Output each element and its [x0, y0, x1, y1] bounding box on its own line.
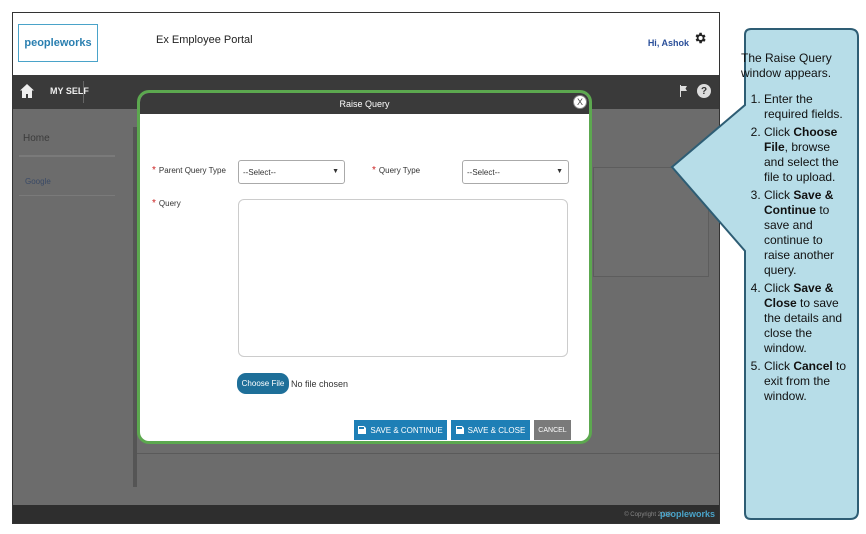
- parent-query-type-label: * Parent Query Type: [152, 165, 226, 176]
- sidebar-item-home[interactable]: Home: [23, 133, 50, 144]
- required-marker: *: [152, 198, 156, 209]
- callout-text: The Raise Query window appears. Enter th…: [741, 51, 847, 407]
- modal-header: Raise Query X: [140, 93, 589, 114]
- callout-intro: The Raise Query window appears.: [741, 51, 832, 80]
- peopleworks-logo[interactable]: peopleworks: [18, 24, 98, 62]
- close-icon[interactable]: X: [573, 95, 587, 109]
- query-type-value: --Select--: [467, 167, 500, 177]
- sidebar-item-google[interactable]: Google: [25, 177, 51, 186]
- required-marker: *: [372, 165, 376, 176]
- query-label: * Query: [152, 198, 181, 209]
- floppy-disk-icon: [358, 426, 367, 434]
- query-type-label-text: Query Type: [378, 166, 421, 175]
- choose-file-button[interactable]: Choose File: [237, 373, 289, 394]
- modal-title: Raise Query: [339, 98, 390, 109]
- callout-step: Click Save & Close to save the details a…: [764, 281, 847, 356]
- callout-step: Enter the required fields.: [764, 92, 847, 122]
- query-label-text: Query: [158, 199, 181, 208]
- parent-query-type-value: --Select--: [243, 167, 276, 177]
- save-continue-button[interactable]: SAVE & CONTINUE: [354, 420, 447, 440]
- callout-step: Click Save & Continue to save and contin…: [764, 188, 847, 278]
- chevron-down-icon: ▼: [332, 168, 339, 175]
- sidebar-divider: [19, 155, 115, 157]
- parent-query-type-label-text: Parent Query Type: [158, 166, 226, 175]
- query-type-label: * Query Type: [372, 165, 420, 176]
- home-icon[interactable]: [19, 83, 35, 99]
- sidebar-divider: [19, 195, 115, 196]
- save-close-button[interactable]: SAVE & CLOSE: [451, 420, 530, 440]
- content-divider: [137, 453, 719, 454]
- cancel-button[interactable]: CANCEL: [534, 420, 571, 440]
- save-continue-label: SAVE & CONTINUE: [370, 425, 443, 435]
- required-marker: *: [152, 165, 156, 176]
- portal-title: Ex Employee Portal: [156, 34, 253, 46]
- nav-divider: [83, 81, 84, 103]
- floppy-disk-icon: [455, 426, 464, 434]
- callout-step: Click Choose File, browse and select the…: [764, 125, 847, 185]
- no-file-chosen-text: No file chosen: [291, 379, 349, 389]
- app-header: peopleworks Ex Employee Portal Hi, Ashok: [13, 13, 719, 75]
- query-textarea[interactable]: [238, 199, 568, 357]
- parent-query-type-select[interactable]: --Select-- ▼: [238, 160, 345, 184]
- app-footer: © Copyright 2018 peopleworks: [13, 505, 719, 523]
- raise-query-modal: Raise Query X * Parent Query Type --Selec…: [137, 90, 592, 444]
- callout-step: Click Cancel to exit from the window.: [764, 359, 847, 404]
- callout-steps: Enter the required fields. Click Choose …: [741, 92, 847, 404]
- query-type-select[interactable]: --Select-- ▼: [462, 160, 569, 184]
- chevron-down-icon: ▼: [556, 168, 563, 175]
- sidebar: Home Google: [13, 109, 133, 487]
- save-close-label: SAVE & CLOSE: [467, 425, 526, 435]
